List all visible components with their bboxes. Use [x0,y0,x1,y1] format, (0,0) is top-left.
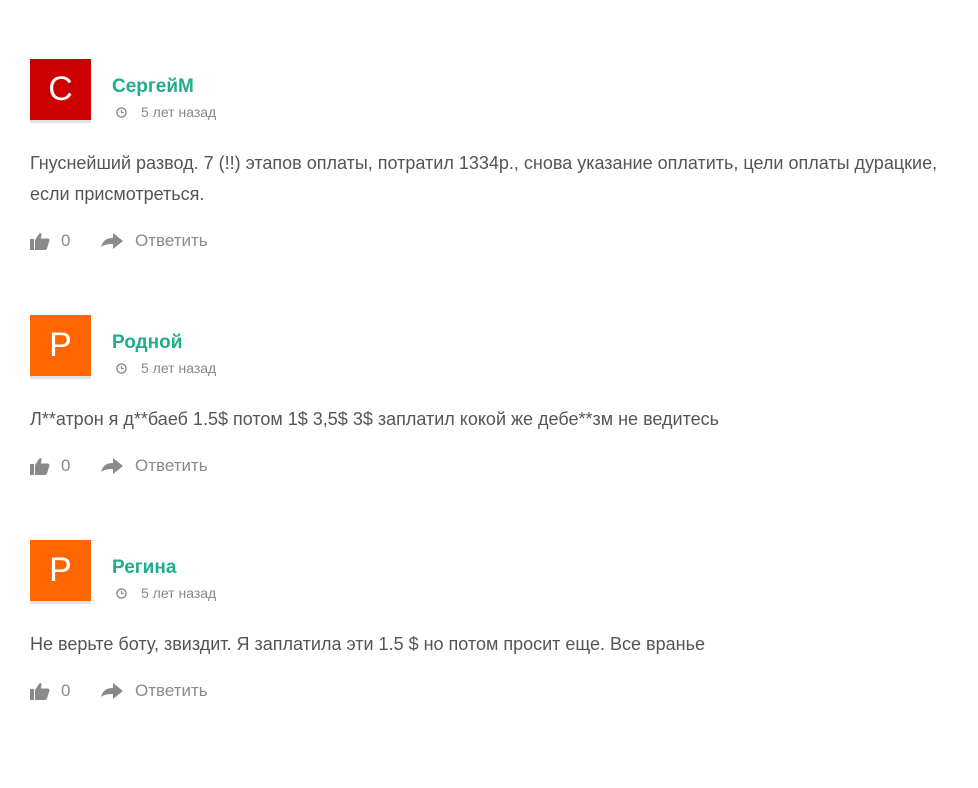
comment-actions: 0 Ответить [30,231,208,251]
reply-button[interactable]: Ответить [101,231,208,251]
comment-author: СергейМ [112,76,194,97]
clock-icon [116,362,127,374]
like-count: 0 [61,681,71,700]
avatar: С [30,59,91,120]
comment-date: 5 лет назад [141,104,217,120]
like-count: 0 [61,456,71,475]
like-count: 0 [61,231,71,250]
thumbs-up-icon[interactable] [30,457,50,475]
reply-button[interactable]: Ответить [101,456,208,476]
reply-label[interactable]: Ответить [135,231,208,251]
reply-arrow-icon [101,233,123,249]
reply-arrow-icon [101,458,123,474]
comment-author: Родной [112,332,183,353]
avatar-underline [30,601,91,604]
comment-meta: 5 лет назад [116,585,216,601]
reply-arrow-icon [101,683,123,699]
comment-date: 5 лет назад [141,360,217,376]
comment-meta: 5 лет назад [116,360,216,376]
comment-text: Не верьте боту, звиздит. Я заплатила эти… [30,634,705,654]
avatar-underline [30,120,91,123]
avatar: Р [30,315,91,376]
clock-icon [116,106,127,118]
clock-icon [116,587,127,599]
avatar: Р [30,540,91,601]
reply-button[interactable]: Ответить [101,681,208,701]
comment-text: Л**атрон я д**баеб 1.5$ потом 1$ 3,5$ 3$… [30,409,720,429]
reply-label[interactable]: Ответить [135,681,208,701]
comment-author: Регина [112,557,177,578]
thumbs-up-icon[interactable] [30,232,50,250]
comment-actions: 0 Ответить [30,681,208,701]
comment-meta: 5 лет назад [116,104,216,120]
comment-date: 5 лет назад [141,585,217,601]
comment-text: Гнуснейший развод. 7 (!!) этапов оплаты,… [30,153,938,204]
thumbs-up-icon[interactable] [30,682,50,700]
reply-label[interactable]: Ответить [135,456,208,476]
comment-actions: 0 Ответить [30,456,208,476]
avatar-underline [30,376,91,379]
